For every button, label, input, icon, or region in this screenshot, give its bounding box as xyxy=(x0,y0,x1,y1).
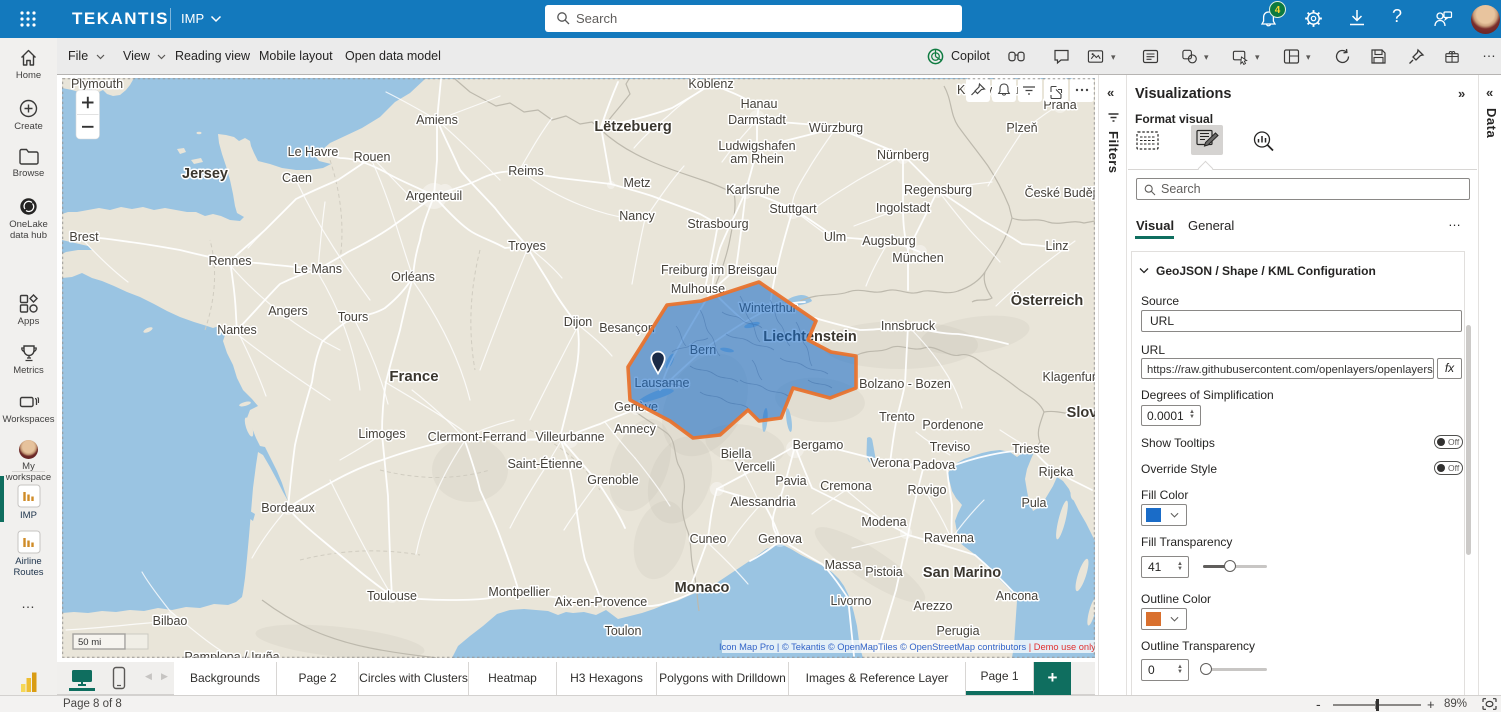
svg-text:Livorno: Livorno xyxy=(831,594,872,608)
svg-text:Klagenfurt: Klagenfurt xyxy=(1043,370,1095,384)
svg-text:Reims: Reims xyxy=(508,164,543,178)
svg-text:Montpellier: Montpellier xyxy=(488,585,549,599)
svg-text:Stuttgart: Stuttgart xyxy=(769,202,817,216)
svg-text:Regensburg: Regensburg xyxy=(904,183,972,197)
svg-text:Innsbruck: Innsbruck xyxy=(881,319,936,333)
svg-text:Linz: Linz xyxy=(1046,239,1069,253)
svg-text:Ingolstadt: Ingolstadt xyxy=(876,201,931,215)
svg-text:Treviso: Treviso xyxy=(930,440,971,454)
svg-text:Plzeň: Plzeň xyxy=(1006,121,1037,135)
svg-text:Pula: Pula xyxy=(1021,496,1046,510)
svg-text:Trento: Trento xyxy=(879,410,915,424)
svg-text:Rijeka: Rijeka xyxy=(1039,465,1074,479)
svg-text:Monaco: Monaco xyxy=(675,580,730,596)
svg-text:Metz: Metz xyxy=(623,176,650,190)
svg-text:Clermont-Ferrand: Clermont-Ferrand xyxy=(428,430,527,444)
svg-text:Bolzano - Bozen: Bolzano - Bozen xyxy=(859,377,951,391)
svg-text:Toulouse: Toulouse xyxy=(367,589,417,603)
svg-text:Modena: Modena xyxy=(861,515,906,529)
svg-text:Freiburg im Breisgau: Freiburg im Breisgau xyxy=(661,263,777,277)
svg-text:Angers: Angers xyxy=(268,304,308,318)
svg-text:Hanau: Hanau xyxy=(741,97,778,111)
svg-text:Rouen: Rouen xyxy=(354,150,391,164)
svg-text:Ravenna: Ravenna xyxy=(924,531,974,545)
svg-text:Orléans: Orléans xyxy=(391,270,435,284)
svg-text:Bordeaux: Bordeaux xyxy=(261,501,315,515)
svg-text:Caen: Caen xyxy=(282,171,312,185)
svg-text:Genova: Genova xyxy=(758,532,802,546)
svg-text:France: France xyxy=(389,368,438,385)
svg-text:Le Havre: Le Havre xyxy=(288,145,339,159)
svg-text:Trieste: Trieste xyxy=(1012,442,1050,456)
svg-text:Darmstadt: Darmstadt xyxy=(728,113,786,127)
svg-text:Karlsruhe: Karlsruhe xyxy=(726,183,780,197)
svg-text:Augsburg: Augsburg xyxy=(862,234,916,248)
svg-text:Annecy: Annecy xyxy=(614,422,656,436)
svg-text:Perugia: Perugia xyxy=(936,624,979,638)
svg-text:Icon Map Pro | © Tekantis © Op: Icon Map Pro | © Tekantis © OpenMapTiles… xyxy=(719,642,1095,652)
svg-text:Pordenone: Pordenone xyxy=(922,418,983,432)
svg-text:Slove: Slove xyxy=(1067,405,1095,421)
svg-text:Grenoble: Grenoble xyxy=(587,473,638,487)
svg-text:Ludwigshafen: Ludwigshafen xyxy=(718,139,795,153)
svg-text:Nürnberg: Nürnberg xyxy=(877,148,929,162)
svg-text:50 mi: 50 mi xyxy=(78,637,101,648)
svg-text:Würzburg: Würzburg xyxy=(809,121,863,135)
svg-text:Le Mans: Le Mans xyxy=(294,262,342,276)
svg-text:Pavia: Pavia xyxy=(775,474,806,488)
svg-text:Cremona: Cremona xyxy=(820,479,871,493)
svg-text:Cuneo: Cuneo xyxy=(690,532,727,546)
svg-text:Toulon: Toulon xyxy=(605,624,642,638)
svg-text:Massa: Massa xyxy=(825,558,862,572)
svg-text:Dijon: Dijon xyxy=(564,315,593,329)
svg-text:Ancona: Ancona xyxy=(996,589,1038,603)
svg-text:Vercelli: Vercelli xyxy=(735,460,775,474)
svg-text:Nancy: Nancy xyxy=(619,209,655,223)
svg-text:Alessandria: Alessandria xyxy=(730,495,795,509)
svg-text:Troyes: Troyes xyxy=(508,239,546,253)
svg-text:Ulm: Ulm xyxy=(824,230,846,244)
svg-text:Pistoia: Pistoia xyxy=(865,565,903,579)
svg-text:Tours: Tours xyxy=(338,310,369,324)
svg-text:Padova: Padova xyxy=(913,458,955,472)
svg-text:Plymouth: Plymouth xyxy=(71,78,123,91)
svg-text:Nantes: Nantes xyxy=(217,323,257,337)
svg-text:Verona: Verona xyxy=(870,456,910,470)
svg-text:Biella: Biella xyxy=(721,447,752,461)
svg-text:Saint-Étienne: Saint-Étienne xyxy=(507,456,582,471)
svg-text:České Buděj: České Buděj xyxy=(1025,185,1095,200)
svg-text:Brest: Brest xyxy=(69,230,99,244)
svg-text:Lëtzebuerg: Lëtzebuerg xyxy=(594,119,671,135)
svg-text:am Rhein: am Rhein xyxy=(730,152,784,166)
svg-text:Österreich: Österreich xyxy=(1011,292,1084,309)
svg-text:Aix-en-Provence: Aix-en-Provence xyxy=(555,595,647,609)
svg-text:Argenteuil: Argenteuil xyxy=(406,189,462,203)
svg-text:Rovigo: Rovigo xyxy=(908,483,947,497)
svg-text:Bilbao: Bilbao xyxy=(153,614,188,628)
svg-text:Villeurbanne: Villeurbanne xyxy=(535,430,604,444)
svg-text:Rennes: Rennes xyxy=(208,254,251,268)
svg-text:Bergamo: Bergamo xyxy=(793,438,844,452)
svg-text:San Marino: San Marino xyxy=(923,565,1001,581)
svg-text:Arezzo: Arezzo xyxy=(914,599,953,613)
svg-text:Strasbourg: Strasbourg xyxy=(687,217,748,231)
svg-text:München: München xyxy=(892,251,943,265)
svg-text:Besançon: Besançon xyxy=(599,321,655,335)
svg-text:Jersey: Jersey xyxy=(182,166,228,182)
svg-text:Amiens: Amiens xyxy=(416,113,458,127)
svg-text:Limoges: Limoges xyxy=(358,427,405,441)
svg-text:Koblenz: Koblenz xyxy=(688,78,733,91)
